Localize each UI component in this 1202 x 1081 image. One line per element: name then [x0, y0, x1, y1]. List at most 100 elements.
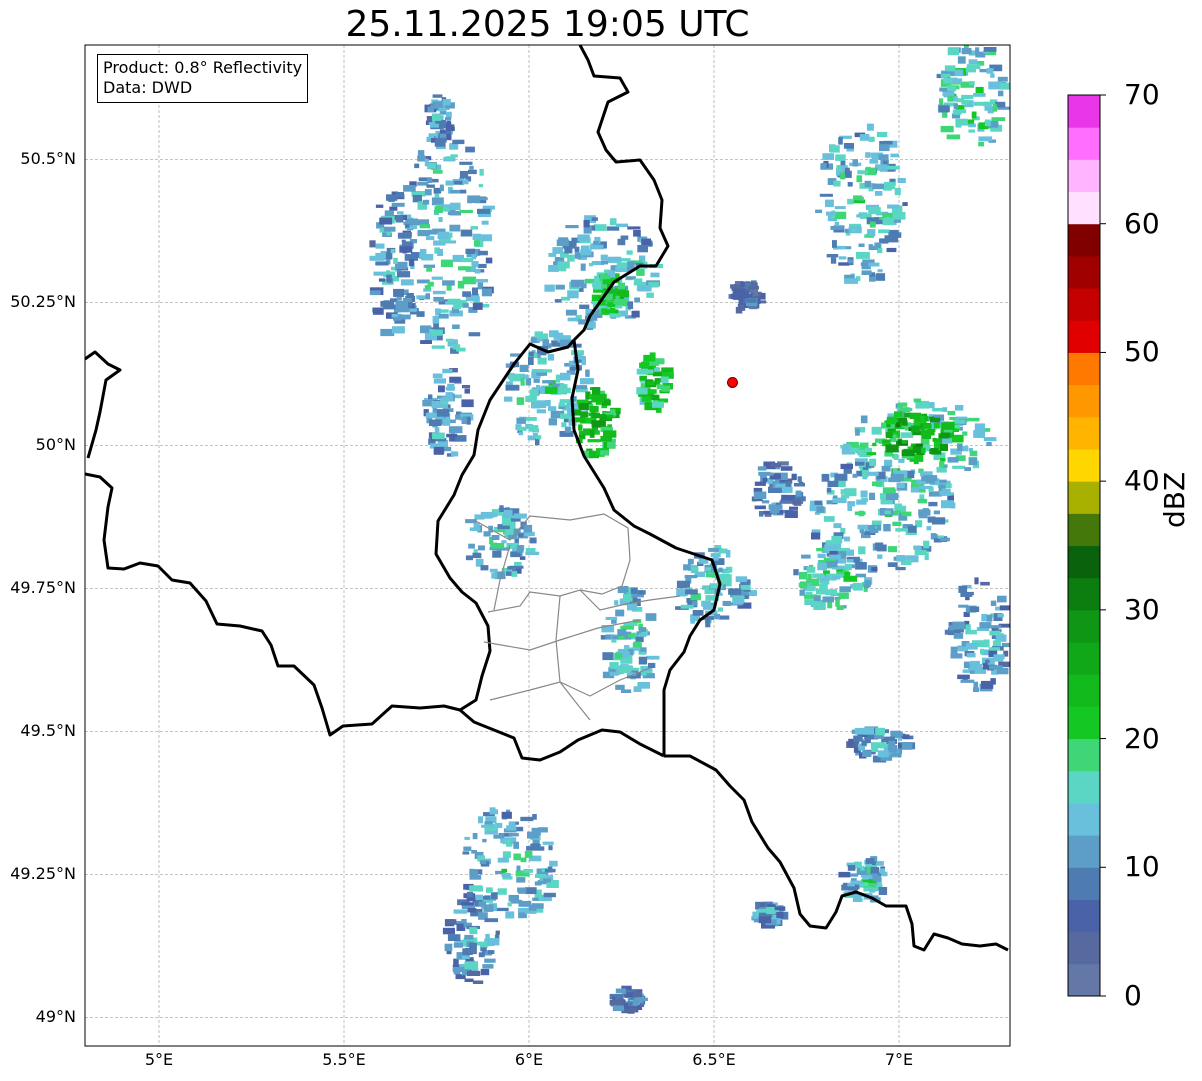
echo-cell	[968, 457, 978, 466]
echo-cell	[511, 571, 518, 577]
echo-cell	[932, 407, 943, 412]
echo-cell	[965, 624, 971, 632]
echo-cell	[966, 652, 976, 658]
echo-cell	[544, 284, 555, 292]
echo-cell	[701, 600, 711, 607]
echo-cell	[676, 588, 686, 597]
echo-cell	[963, 611, 970, 617]
echo-cell	[866, 471, 879, 476]
echo-cell	[718, 615, 730, 620]
echo-cell	[861, 740, 867, 747]
echo-cell	[985, 659, 990, 664]
colorbar-swatch	[1068, 899, 1100, 933]
echo-cell	[508, 833, 519, 837]
echo-cell	[589, 429, 595, 438]
echo-cell	[952, 621, 966, 630]
echo-cell	[620, 258, 631, 262]
echo-cell	[623, 593, 633, 602]
echo-cell	[433, 296, 444, 302]
echo-cell	[738, 298, 744, 306]
echo-cell	[838, 592, 849, 599]
echo-cell	[753, 491, 767, 499]
echo-cell	[480, 565, 489, 571]
echo-cell	[878, 887, 888, 895]
echo-cell	[556, 239, 570, 247]
echo-cell	[497, 888, 507, 895]
echo-cell	[525, 887, 537, 895]
echo-cell	[940, 432, 950, 437]
echo-cell	[424, 158, 429, 167]
echo-cell	[452, 139, 465, 145]
echo-cell	[605, 616, 618, 620]
echo-cell	[422, 199, 430, 205]
echo-cell	[939, 537, 950, 542]
echo-cell	[869, 221, 876, 228]
echo-cell	[480, 968, 490, 976]
echo-cell	[854, 511, 866, 516]
echo-cell	[615, 295, 620, 304]
echo-cell	[988, 647, 1000, 651]
colorbar-tick-label: 0	[1124, 979, 1142, 1012]
echo-cell	[826, 254, 839, 258]
echo-cell	[448, 426, 463, 434]
echo-cell	[461, 416, 467, 424]
echo-cell	[501, 811, 512, 819]
echo-cell	[477, 282, 484, 290]
echo-cell	[466, 970, 481, 976]
echo-cell	[952, 109, 962, 115]
echo-cell	[901, 420, 908, 426]
echo-cell	[714, 613, 721, 620]
echo-cell	[517, 426, 527, 431]
echo-cell	[469, 875, 482, 880]
echo-cell	[520, 378, 525, 386]
echo-cell	[427, 162, 437, 169]
echo-cell	[375, 204, 384, 208]
echo-cell	[969, 606, 980, 612]
echo-cell	[735, 576, 748, 583]
echo-cell	[939, 461, 945, 468]
echo-cell	[393, 257, 398, 264]
echo-cell	[917, 498, 928, 504]
echo-cell	[459, 209, 473, 213]
colorbar-swatch	[1068, 577, 1100, 611]
echo-cell	[537, 357, 547, 365]
echo-cell	[792, 499, 801, 505]
echo-cell	[567, 254, 575, 262]
echo-cell	[501, 540, 507, 544]
echo-cell	[372, 307, 384, 315]
echo-cell	[978, 141, 984, 147]
echo-cell	[877, 554, 883, 559]
echo-cell	[795, 490, 802, 497]
echo-cell	[692, 610, 704, 616]
echo-cell	[593, 224, 607, 231]
echo-cell	[478, 250, 488, 256]
echo-cell	[614, 600, 619, 606]
echo-cell	[877, 881, 882, 887]
echo-cell	[882, 439, 891, 444]
echo-cell	[544, 868, 556, 873]
echo-cell	[964, 467, 971, 471]
echo-cell	[446, 919, 457, 925]
echo-cell	[472, 233, 482, 241]
echo-cell	[440, 259, 453, 267]
echo-cell	[509, 374, 521, 382]
echo-cell	[759, 511, 764, 517]
echo-cell	[438, 313, 449, 319]
colorbar-swatch	[1068, 642, 1100, 675]
echo-cell	[784, 510, 798, 518]
echo-cell	[992, 640, 1001, 647]
echo-cell	[502, 851, 511, 859]
echo-cell	[780, 466, 793, 471]
colorbar-swatch	[1068, 159, 1100, 193]
echo-cell	[435, 137, 447, 143]
echo-cell	[487, 938, 500, 946]
colorbar-swatch	[1068, 416, 1100, 450]
echo-cell	[821, 162, 827, 170]
echo-cell	[953, 633, 964, 639]
echo-cell	[558, 237, 569, 241]
echo-cell	[732, 596, 744, 605]
echo-cell	[717, 607, 723, 612]
echo-cell	[902, 734, 910, 739]
echo-cell	[862, 750, 872, 757]
echo-cell	[569, 366, 582, 371]
